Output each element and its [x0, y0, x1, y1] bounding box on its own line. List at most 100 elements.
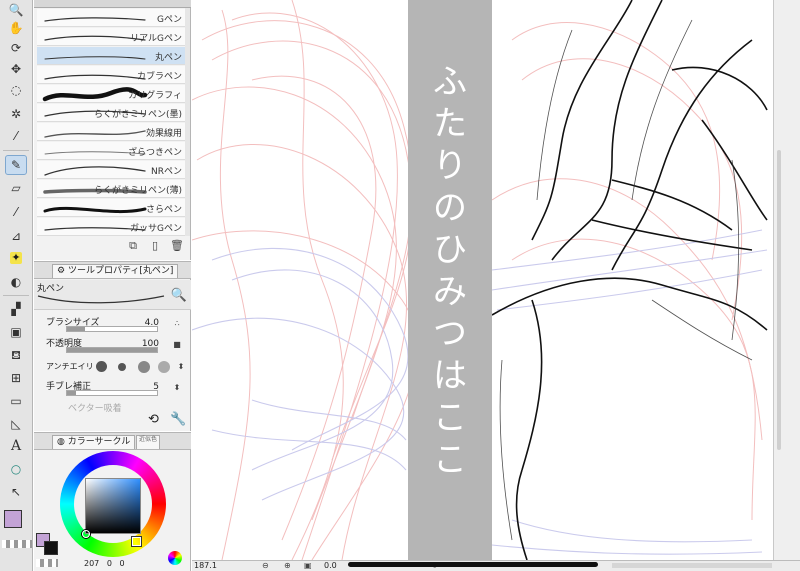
zoom-icon[interactable]: 🔍 — [5, 0, 27, 20]
fill-icon[interactable]: ◐ — [5, 272, 27, 292]
brush-size-dynamics-icon[interactable]: ∴ — [171, 318, 183, 330]
object-select-icon[interactable]: ↖ — [5, 482, 27, 502]
frame-icon[interactable]: ⊞ — [5, 368, 27, 388]
hue-picker-handle[interactable] — [132, 537, 141, 546]
brush-label: らくがきミリペン(薄) — [93, 186, 182, 196]
decoration-icon[interactable]: ⊿ — [5, 226, 27, 246]
tab-approximate-color[interactable]: 近似色 — [136, 435, 161, 449]
brush-item[interactable]: NRペン — [37, 161, 185, 179]
horizontal-scrollbar[interactable] — [612, 563, 772, 568]
foreground-color-swatch[interactable] — [4, 510, 22, 528]
v-value: 0 — [119, 559, 125, 568]
antialias-stepper[interactable]: ⬍ — [175, 361, 187, 373]
brush-item[interactable]: リアルGペン — [37, 28, 185, 46]
figure-icon[interactable]: ▭ — [5, 391, 27, 411]
balloon-icon[interactable]: ○ — [5, 459, 27, 479]
stabilization-slider[interactable] — [66, 390, 158, 396]
stabilization-stepper[interactable]: ⬍ — [171, 382, 183, 394]
gradient-fill-icon[interactable]: ▣ — [5, 322, 27, 342]
move-layer-icon[interactable]: ✥ — [5, 59, 27, 79]
color-circle-icon: ◍ — [57, 437, 65, 447]
sub-tool-actions: ⧉ ▯ 🗑 — [34, 236, 191, 258]
brush-icon[interactable]: ⁄ — [5, 202, 27, 222]
hand-icon[interactable]: ✋ — [5, 18, 27, 38]
main-color-swatches[interactable] — [2, 510, 32, 550]
transparent-color-swatch[interactable] — [2, 540, 32, 548]
brush-item[interactable]: らくがきミリペン(薄) — [37, 180, 185, 198]
delete-subtool-icon[interactable]: 🗑 — [170, 239, 184, 253]
eyedropper-icon[interactable]: ⁄ — [5, 126, 27, 146]
brush-size-value[interactable]: 4.0 — [145, 318, 159, 328]
color-panel: ◍ カラーサークル 近似色 207 0 0 — [34, 432, 191, 571]
title-character: こ — [433, 398, 467, 438]
opacity-dynamics-icon[interactable]: ■ — [171, 339, 183, 351]
brush-stroke-preview — [44, 17, 146, 22]
zoom-preview-icon[interactable]: 🔍 — [171, 288, 187, 303]
h-value: 207 — [84, 559, 100, 568]
saturation-value-square[interactable] — [85, 478, 141, 534]
color-tabbar: ◍ カラーサークル 近似色 — [34, 433, 191, 450]
stabilization-value[interactable]: 5 — [153, 382, 159, 392]
brush-item[interactable]: ガッサGペン — [37, 218, 185, 236]
title-strip: ふたりのひみつはここ — [408, 0, 492, 560]
brush-label: ざらつきペン — [127, 148, 182, 158]
brush-stroke-preview — [43, 206, 147, 214]
ruler-icon[interactable]: ◺ — [5, 414, 27, 434]
antialias-row[interactable]: アンチエイリ ⬍ — [38, 358, 187, 376]
lasso-icon[interactable]: ◌ — [5, 80, 27, 100]
bucket-icon[interactable]: ⛾ — [5, 345, 27, 365]
zoom-in-icon[interactable]: ⊕ — [284, 561, 291, 571]
sv-picker-handle[interactable] — [82, 530, 90, 538]
rotation-value[interactable]: 0.0 — [324, 561, 337, 571]
brush-stroke-preview — [44, 74, 146, 80]
title-character: こ — [433, 440, 467, 480]
vertical-scroll-thumb[interactable] — [777, 150, 781, 450]
panel-transparent-swatch[interactable] — [36, 559, 58, 567]
title-character: つ — [433, 314, 467, 354]
vertical-scrollbar[interactable] — [773, 0, 800, 560]
new-subtool-icon[interactable]: ▯ — [148, 239, 162, 253]
opacity-value[interactable]: 100 — [142, 339, 159, 349]
zoom-value[interactable]: 187.1 — [194, 561, 217, 571]
drawing-canvas[interactable]: ふたりのひみつはここ — [192, 0, 773, 560]
auto-select-icon[interactable]: ✲ — [5, 104, 27, 124]
brush-item[interactable]: ざらつきペン — [37, 142, 185, 160]
title-character: み — [433, 272, 467, 312]
brush-item[interactable]: カブラペン — [37, 66, 185, 84]
antialias-none-option[interactable] — [96, 361, 107, 372]
tool-strip: 🔍 ✋ ⟳ ✥ ◌ ✲ ⁄ ✎ ▱ ⁄ ⊿ ✦ ◐ ▞ ▣ ⛾ ⊞ ▭ ◺ A … — [0, 0, 33, 571]
fit-screen-icon[interactable]: ▣ — [304, 561, 312, 571]
brush-item[interactable]: Gペン — [37, 9, 185, 27]
brush-label: らくがきミリペン(墨) — [93, 110, 182, 120]
opacity-row[interactable]: 不透明度 100 ■ — [38, 336, 187, 356]
reset-icon[interactable]: ⟲ — [148, 412, 159, 427]
zoom-out-icon[interactable]: ⊖ — [262, 561, 269, 571]
sub-tool-tabs[interactable] — [34, 0, 191, 8]
eraser-icon[interactable]: ▱ — [5, 178, 27, 198]
gradient-icon[interactable]: ▞ — [5, 299, 27, 319]
antialias-weak-option[interactable] — [118, 363, 126, 371]
settings-wrench-icon[interactable]: 🔧 — [170, 412, 186, 427]
brush-list-scrollbar[interactable] — [185, 8, 190, 236]
copy-subtool-icon[interactable]: ⧉ — [126, 239, 140, 253]
brush-size-row[interactable]: ブラシサイズ 4.0 ∴ — [38, 315, 187, 335]
color-mode-icon[interactable] — [168, 551, 182, 565]
brush-label: カブラペン — [136, 72, 182, 82]
antialias-strong-option[interactable] — [158, 361, 170, 373]
pen-icon[interactable]: ✎ — [5, 155, 27, 175]
brush-item[interactable]: カリグラフィ — [37, 85, 185, 103]
brush-item[interactable]: 丸ペン — [37, 47, 185, 65]
stabilization-row[interactable]: 手ブレ補正 5 ⬍ — [38, 379, 187, 399]
separator — [3, 295, 29, 296]
tab-tool-property[interactable]: ⚙ ツールプロパティ[丸ペン] — [52, 264, 179, 278]
brush-item[interactable]: 効果線用 — [37, 123, 185, 141]
brush-item[interactable]: らくがきミリペン(墨) — [37, 104, 185, 122]
text-icon[interactable]: A — [5, 436, 27, 456]
panel-background-swatch[interactable] — [44, 541, 58, 555]
blend-icon[interactable]: ✦ — [10, 252, 22, 264]
antialias-medium-option[interactable] — [138, 361, 150, 373]
vector-snap-row[interactable]: ベクター吸着 — [38, 401, 187, 413]
rotate-icon[interactable]: ⟳ — [5, 38, 27, 58]
brush-item[interactable]: さらペン — [37, 199, 185, 217]
tab-color-circle[interactable]: ◍ カラーサークル — [52, 435, 136, 449]
